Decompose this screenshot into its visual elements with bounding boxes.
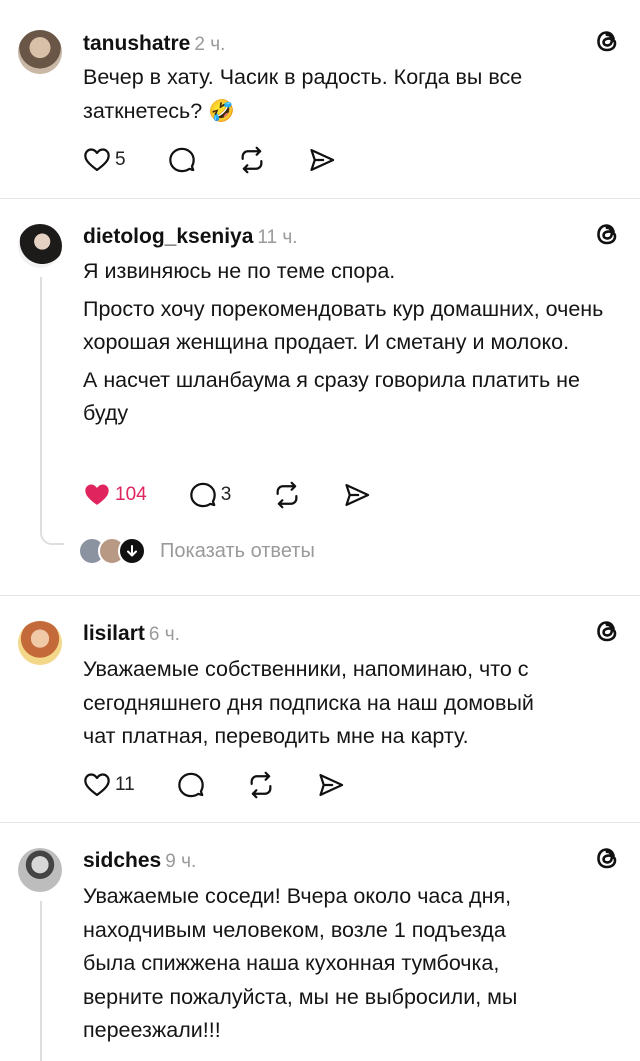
repost-button[interactable] <box>247 771 275 799</box>
thread-line <box>40 901 42 1061</box>
share-button[interactable] <box>308 146 336 174</box>
share-icon <box>343 481 371 509</box>
comment-icon <box>189 481 217 509</box>
post-lisilart: lisilart 6 ч. Уважаемые собственники, нап… <box>0 596 640 822</box>
username[interactable]: sidches 9 ч. <box>83 849 196 873</box>
post-text-line: переезжали!!! <box>83 1018 221 1042</box>
username[interactable]: lisilart 6 ч. <box>83 622 180 646</box>
post-text: Вечер в хату. Часик в радость. Когда вы … <box>83 61 623 128</box>
comment-button[interactable] <box>168 146 196 174</box>
thread-line <box>40 277 42 530</box>
comment-icon <box>177 771 205 799</box>
threads-logo-icon[interactable] <box>592 616 622 646</box>
post-text-line: Уважаемые собственники, напоминаю, что с <box>83 657 529 681</box>
like-count: 104 <box>115 484 147 505</box>
heart-icon <box>83 146 111 174</box>
avatar[interactable] <box>18 30 62 74</box>
post-text-line: была спижжена наша кухонная тумбочка, <box>83 951 500 975</box>
post-text-line: находчивым человеком, возле 1 подъезда <box>83 917 506 942</box>
action-bar: 5 <box>83 145 378 175</box>
post-paragraph: Просто хочу порекомендовать кур домашних… <box>83 296 604 355</box>
like-count: 5 <box>115 149 126 170</box>
post-text-line: сегодняшнего дня подписка на наш домовый <box>83 690 534 715</box>
post-text: Уважаемые соседи! Вчера около часа дня, … <box>83 880 623 1048</box>
comment-button[interactable] <box>177 771 205 799</box>
post-text-line: заткнетесь? 🤣 <box>83 98 235 123</box>
username-label[interactable]: sidches <box>83 849 161 872</box>
avatar[interactable] <box>18 848 62 892</box>
show-replies-link[interactable]: Показать ответы <box>160 540 315 563</box>
action-bar: 104 3 <box>83 480 413 510</box>
arrow-down-icon <box>118 537 146 565</box>
repost-icon <box>238 146 266 174</box>
username-label[interactable]: dietolog_kseniya <box>83 225 253 248</box>
username[interactable]: dietolog_kseniya 11 ч. <box>83 225 298 249</box>
post-paragraph: Я извиняюсь не по теме спора. <box>83 259 396 283</box>
like-count: 11 <box>115 774 135 795</box>
share-button[interactable] <box>317 771 345 799</box>
post-text-line: верните пожалуйста, мы не выбросили, мы <box>83 984 518 1009</box>
repost-icon <box>273 481 301 509</box>
like-button[interactable]: 11 <box>83 771 135 799</box>
post-text: Я извиняюсь не по теме спора. Просто хоч… <box>83 255 618 431</box>
username-label[interactable]: lisilart <box>83 622 145 645</box>
post-dietolog_kseniya: dietolog_kseniya 11 ч. Я извиняюсь не по … <box>0 199 640 595</box>
comment-button[interactable]: 3 <box>189 481 232 509</box>
timestamp: 6 ч. <box>148 624 180 645</box>
post-sidches: sidches 9 ч. Уважаемые соседи! Вчера окол… <box>0 823 640 1061</box>
post-tanushatre: tanushatre 2 ч. Вечер в хату. Часик в рад… <box>0 0 640 198</box>
like-button[interactable]: 5 <box>83 146 126 174</box>
like-button[interactable]: 104 <box>83 481 147 509</box>
threads-logo-icon[interactable] <box>592 219 622 249</box>
repost-button[interactable] <box>273 481 301 509</box>
share-icon <box>317 771 345 799</box>
action-bar: 11 <box>83 770 387 800</box>
avatar[interactable] <box>18 621 62 665</box>
post-text-line: Вечер в хату. Часик в радость. Когда вы … <box>83 65 523 89</box>
repost-icon <box>247 771 275 799</box>
post-paragraph: А насчет шланбаума я сразу говорила плат… <box>83 367 580 426</box>
heart-icon <box>83 771 111 799</box>
share-button[interactable] <box>343 481 371 509</box>
comment-icon <box>168 146 196 174</box>
share-icon <box>308 146 336 174</box>
threads-logo-icon[interactable] <box>592 26 622 56</box>
post-text-line: Уважаемые соседи! Вчера около часа дня, <box>83 884 512 908</box>
timestamp: 9 ч. <box>165 851 197 872</box>
threads-logo-icon[interactable] <box>592 843 622 873</box>
avatar[interactable] <box>18 224 62 268</box>
username-label[interactable]: tanushatre <box>83 32 190 55</box>
thread-line-curve <box>40 529 64 545</box>
post-text: Уважаемые собственники, напоминаю, что с… <box>83 653 623 754</box>
timestamp: 11 ч. <box>257 227 298 248</box>
comment-count: 3 <box>220 484 232 505</box>
heart-icon <box>83 481 111 509</box>
username[interactable]: tanushatre 2 ч. <box>83 32 225 56</box>
repost-button[interactable] <box>238 146 266 174</box>
post-text-line: чат платная, переводить мне на карту. <box>83 724 469 748</box>
show-replies-row[interactable]: Показать ответы <box>78 537 315 565</box>
timestamp: 2 ч. <box>194 34 226 55</box>
